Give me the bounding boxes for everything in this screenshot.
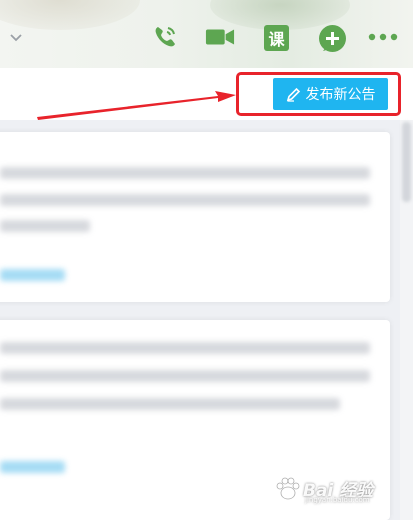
blurred-link (0, 269, 65, 281)
blurred-text (0, 370, 370, 382)
blurred-text (0, 220, 90, 232)
blurred-text (0, 167, 370, 179)
paw-icon (276, 477, 300, 500)
video-icon[interactable] (205, 22, 235, 52)
list-item[interactable] (0, 132, 390, 302)
highlight-box (236, 72, 401, 116)
blurred-text (0, 342, 370, 354)
blurred-text (0, 398, 340, 410)
chevron-down-icon[interactable] (8, 30, 24, 46)
watermark-url: jingyan.baidu.com (305, 496, 370, 504)
background-decoration (0, 0, 140, 30)
announcement-list (0, 120, 413, 520)
blurred-link (0, 461, 65, 473)
blurred-text (0, 194, 370, 206)
add-icon[interactable] (319, 25, 346, 52)
watermark: Bai 经验 jingyan.baidu.com (275, 472, 405, 506)
more-icon[interactable] (368, 22, 398, 52)
phone-icon[interactable] (150, 22, 180, 52)
scrollbar-thumb[interactable] (402, 122, 411, 202)
chat-header: 课 (0, 0, 413, 68)
course-icon[interactable]: 课 (264, 25, 289, 51)
